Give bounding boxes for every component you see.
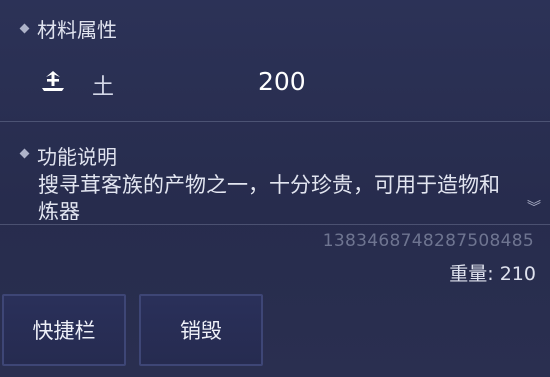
attribute-name: 土 bbox=[92, 75, 115, 100]
description-title: 功能说明 bbox=[37, 145, 117, 169]
attribute-row: 土 200 bbox=[0, 62, 550, 102]
attribute-value: 200 bbox=[258, 67, 306, 96]
attributes-title: 材料属性 bbox=[37, 18, 117, 42]
section-bullet-icon bbox=[19, 148, 30, 159]
shortcut-bar-button[interactable]: 快捷栏 bbox=[2, 294, 126, 366]
shortcut-bar-label: 快捷栏 bbox=[32, 319, 96, 343]
material-attributes-section: 材料属性 土 200 bbox=[0, 0, 550, 120]
earth-element-icon bbox=[42, 71, 64, 91]
scroll-down-chevron-icon[interactable]: ︾ bbox=[527, 197, 541, 217]
item-serial-number: 1383468748287508485 bbox=[322, 231, 534, 251]
item-weight: 重量: 210 bbox=[449, 263, 536, 285]
section-bullet-icon bbox=[19, 23, 30, 34]
description-scroll-area[interactable]: 搜寻茸客族的产物之一，十分珍贵，可用于造物和炼器 bbox=[0, 172, 520, 220]
description-text: 搜寻茸客族的产物之一，十分珍贵，可用于造物和炼器 bbox=[38, 173, 500, 220]
description-divider bbox=[0, 224, 550, 225]
destroy-label: 销毁 bbox=[180, 319, 222, 343]
destroy-button[interactable]: 销毁 bbox=[139, 294, 263, 366]
